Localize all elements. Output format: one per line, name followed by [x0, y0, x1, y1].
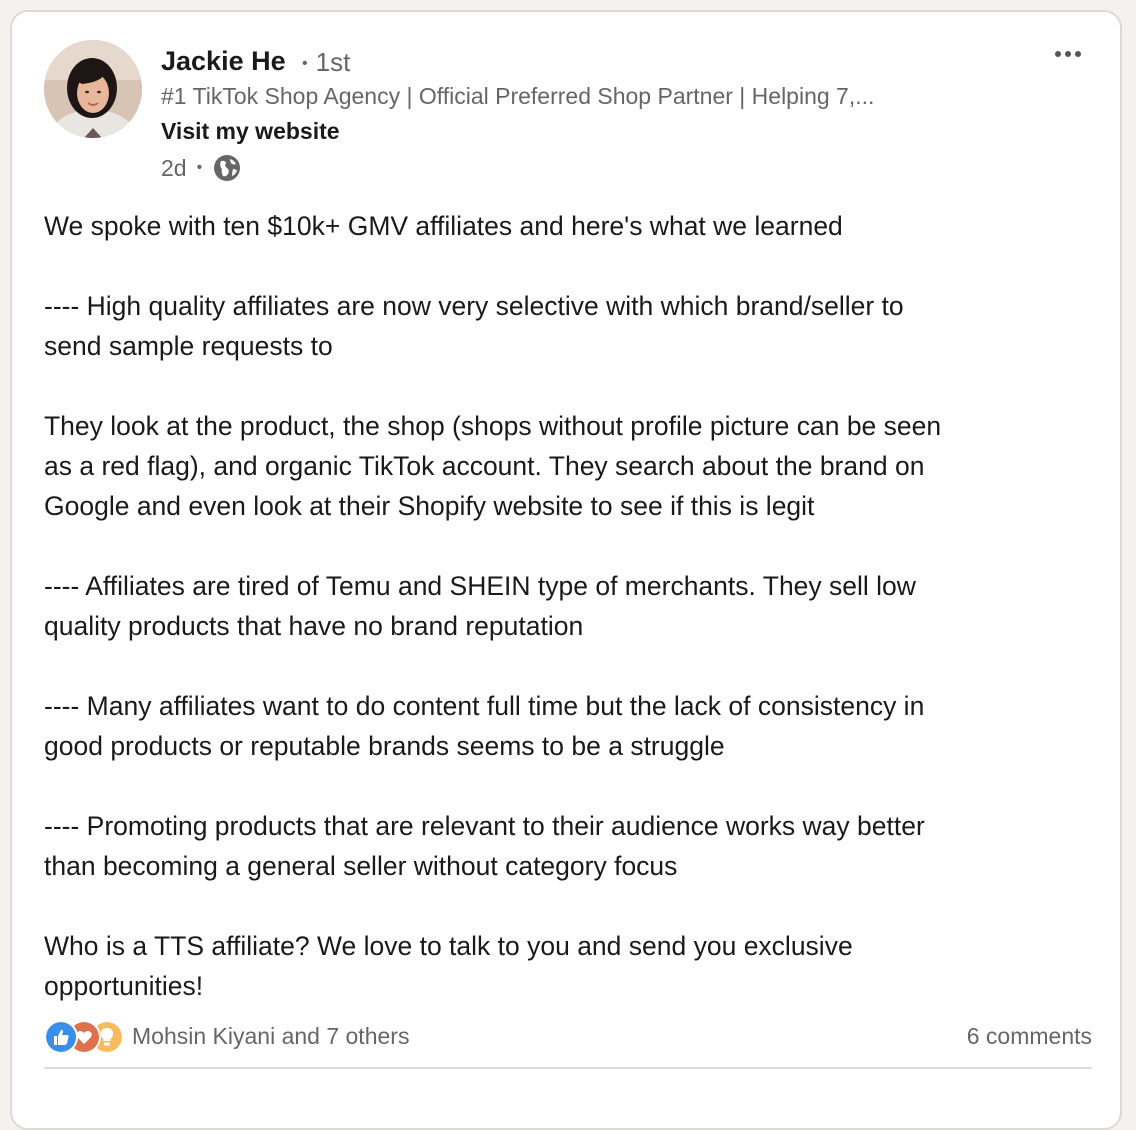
degree-separator: • — [302, 55, 308, 72]
author-name[interactable]: Jackie He — [161, 44, 286, 78]
meta-separator: • — [196, 159, 203, 176]
comments-count[interactable]: 6 comments — [967, 1023, 1092, 1050]
visit-website-link[interactable]: Visit my website — [161, 116, 340, 146]
post-paragraph: Who is a TTS affiliate? We love to talk … — [44, 931, 853, 1001]
author-headline: #1 TikTok Shop Agency | Official Preferr… — [161, 83, 875, 109]
post-meta: 2d • — [161, 153, 242, 183]
post-card: Jackie He • 1st #1 TikTok Shop Agency | O… — [10, 10, 1122, 1130]
reaction-icons[interactable] — [44, 1020, 124, 1054]
post-paragraph: ---- Affiliates are tired of Temu and SH… — [44, 571, 916, 641]
globe-icon — [214, 155, 241, 181]
post-paragraph: ---- Promoting products that are relevan… — [44, 811, 925, 881]
social-counts: Mohsin Kiyani and 7 others 6 comments — [44, 1019, 1092, 1054]
more-dot — [1055, 51, 1061, 57]
degree-label: 1st — [315, 47, 351, 77]
more-dot — [1065, 51, 1071, 57]
post-paragraph: They look at the product, the shop (shop… — [44, 411, 942, 521]
post-body: We spoke with ten $10k+ GMV affiliates a… — [44, 206, 1064, 1006]
post-paragraph: ---- High quality affiliates are now ver… — [44, 291, 904, 361]
divider — [44, 1067, 1092, 1069]
post-paragraph: We spoke with ten $10k+ GMV affiliates a… — [44, 211, 843, 241]
post-paragraph: ---- Many affiliates want to do content … — [44, 691, 925, 761]
author-avatar[interactable] — [44, 40, 142, 138]
more-dot — [1075, 51, 1081, 57]
reactions-summary[interactable]: Mohsin Kiyani and 7 others — [132, 1023, 409, 1050]
post-time: 2d — [161, 154, 187, 181]
more-options-button[interactable] — [1048, 40, 1088, 68]
avatar-photo — [44, 40, 142, 138]
like-icon — [44, 1020, 78, 1054]
connection-degree: • 1st — [302, 45, 350, 81]
